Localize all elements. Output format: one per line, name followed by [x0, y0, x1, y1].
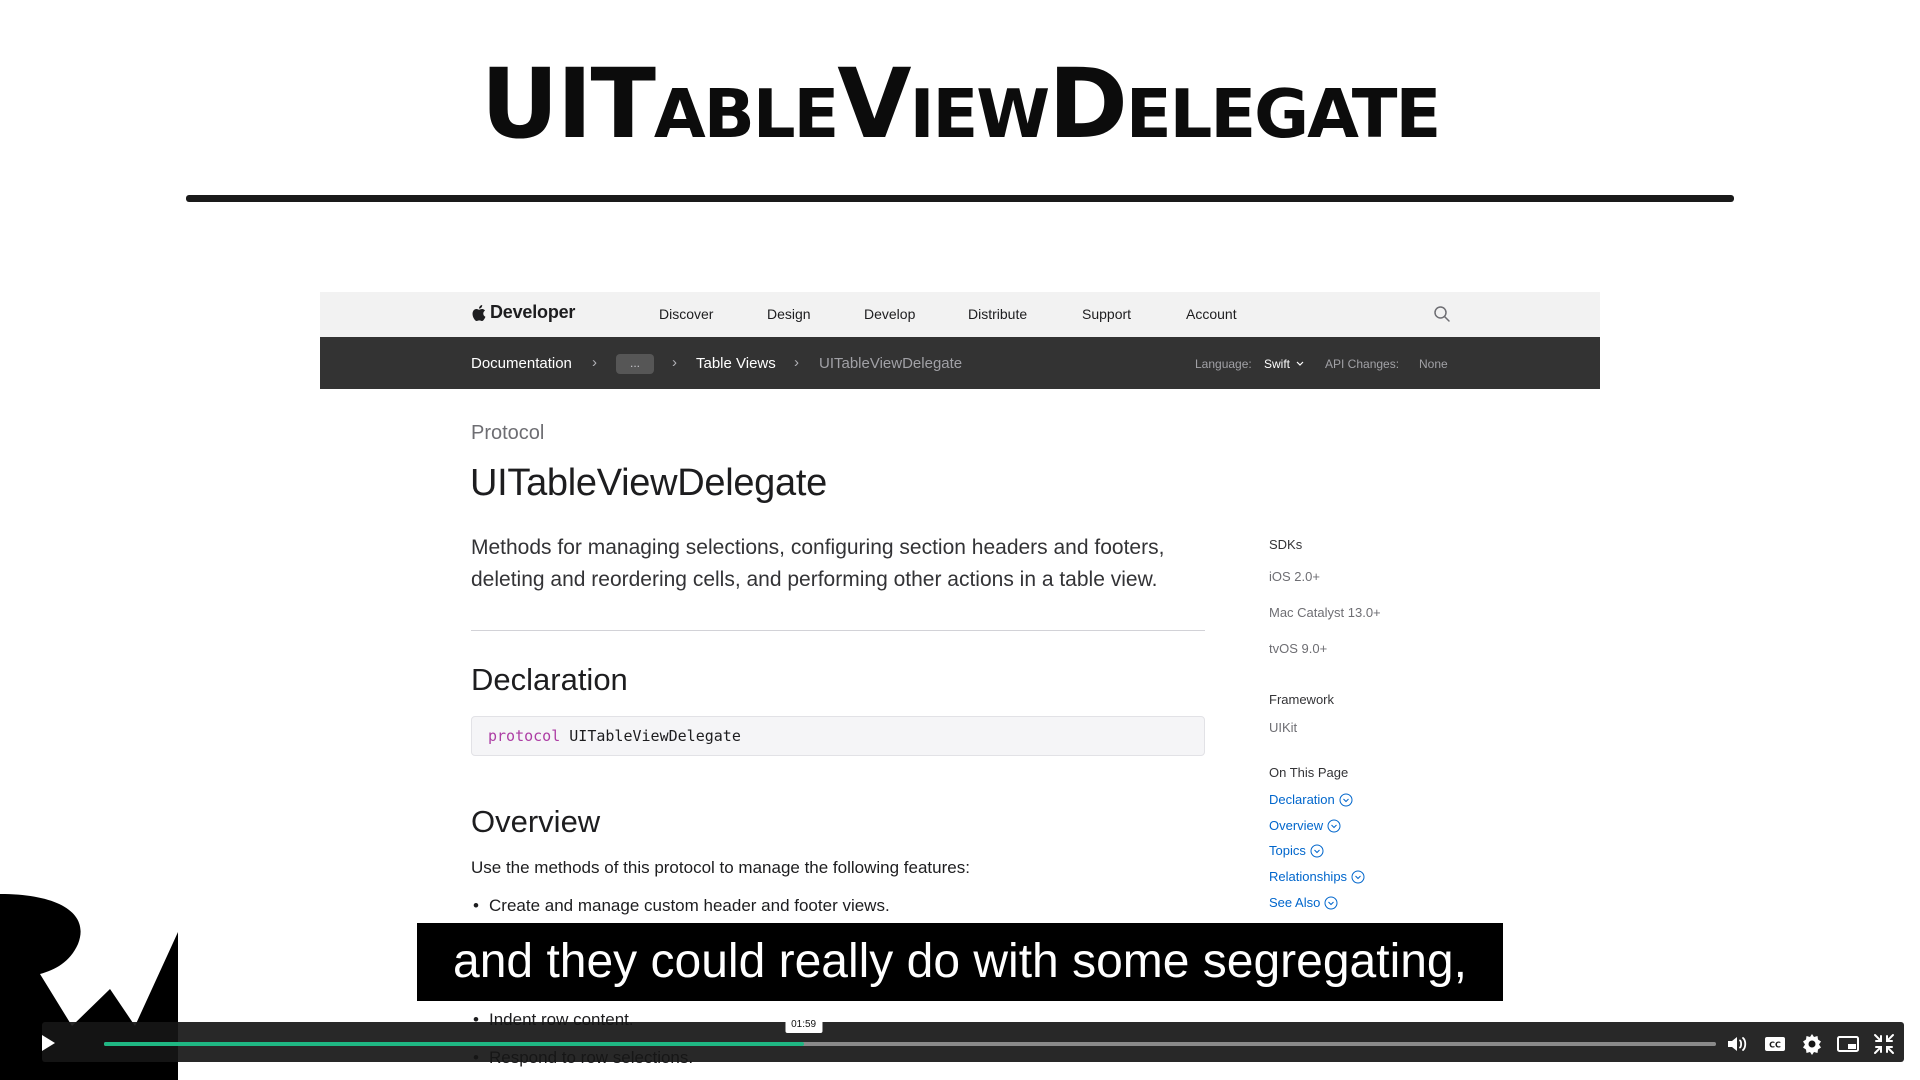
nav-item-design[interactable]: Design: [767, 306, 811, 322]
on-page-link-declaration[interactable]: Declaration: [1269, 792, 1353, 807]
time-tooltip: 01:59: [785, 1017, 823, 1033]
sdk-ios: iOS 2.0+: [1269, 569, 1320, 584]
list-item: Create and manage custom header and foot…: [473, 896, 890, 916]
sdks-label: SDKs: [1269, 537, 1303, 552]
page-title: UITableViewDelegate: [470, 462, 827, 504]
slide-title: UITableViewDelegate: [480, 48, 1441, 160]
abstract: Methods for managing selections, configu…: [471, 532, 1211, 596]
picture-in-picture-icon[interactable]: [1836, 1032, 1860, 1056]
breadcrumb-separator-icon: ›: [672, 354, 677, 371]
developer-brand-label: Developer: [490, 302, 576, 322]
symbol-kind-eyebrow: Protocol: [471, 422, 545, 444]
abstract-line: deleting and reordering cells, and perfo…: [471, 568, 1158, 591]
exit-fullscreen-icon[interactable]: [1872, 1032, 1896, 1056]
chevron-circle-icon: [1327, 819, 1341, 832]
play-icon[interactable]: [38, 1033, 58, 1053]
overview-heading: Overview: [471, 804, 601, 839]
chevron-circle-icon: [1324, 896, 1338, 909]
on-page-link-see-also[interactable]: See Also: [1269, 895, 1338, 910]
breadcrumb-table-views[interactable]: Table Views: [696, 355, 776, 372]
on-this-page-label: On This Page: [1269, 765, 1349, 780]
breadcrumb-separator-icon: ›: [592, 354, 597, 371]
chevron-down-icon[interactable]: [1296, 361, 1304, 367]
link-label: Overview: [1269, 818, 1324, 833]
on-page-link-overview[interactable]: Overview: [1269, 818, 1341, 833]
code-keyword: protocol: [488, 727, 561, 745]
search-icon[interactable]: [1433, 305, 1451, 323]
breadcrumb-ellipsis[interactable]: ...: [616, 354, 654, 374]
breadcrumb-current: UITableViewDelegate: [819, 355, 963, 372]
chevron-circle-icon: [1351, 870, 1365, 883]
apple-logo-icon: [472, 304, 486, 321]
framework-value[interactable]: UIKit: [1269, 720, 1297, 735]
abstract-line: Methods for managing selections, configu…: [471, 536, 1165, 559]
link-label: Topics: [1269, 843, 1306, 858]
link-label: Relationships: [1269, 869, 1348, 884]
on-page-link-relationships[interactable]: Relationships: [1269, 869, 1365, 884]
slide-title-underline: [186, 195, 1734, 202]
global-nav: Developer Discover Design Develop Distri…: [320, 292, 1600, 337]
nav-item-distribute[interactable]: Distribute: [968, 306, 1027, 322]
sdk-tvos: tvOS 9.0+: [1269, 641, 1328, 656]
nav-item-develop[interactable]: Develop: [864, 306, 915, 322]
nav-item-discover[interactable]: Discover: [659, 306, 713, 322]
settings-gear-icon[interactable]: [1800, 1032, 1824, 1056]
declaration-heading: Declaration: [471, 662, 628, 697]
language-select[interactable]: Swift: [1264, 357, 1290, 371]
nav-item-account[interactable]: Account: [1186, 306, 1237, 322]
on-page-link-topics[interactable]: Topics: [1269, 843, 1324, 858]
api-changes-value[interactable]: None: [1419, 357, 1448, 371]
breadcrumb-documentation[interactable]: Documentation: [471, 355, 572, 372]
link-label: Declaration: [1269, 792, 1335, 807]
volume-icon[interactable]: [1725, 1032, 1749, 1056]
chevron-circle-icon: [1339, 793, 1353, 806]
language-label: Language:: [1195, 357, 1252, 371]
sdk-mac-catalyst: Mac Catalyst 13.0+: [1269, 605, 1381, 620]
chevron-circle-icon: [1310, 844, 1324, 857]
progress-fill: [104, 1042, 804, 1046]
local-nav: Documentation › ... › Table Views › UITa…: [320, 337, 1600, 389]
nav-item-support[interactable]: Support: [1082, 306, 1131, 322]
breadcrumb-separator-icon: ›: [794, 354, 799, 371]
closed-captions-icon[interactable]: CC: [1763, 1032, 1787, 1056]
code-type: UITableViewDelegate: [569, 727, 741, 745]
subtitle-caption: and they could really do with some segre…: [417, 923, 1503, 1001]
section-divider: [471, 630, 1205, 631]
link-label: See Also: [1269, 895, 1321, 910]
declaration-code: protocol UITableViewDelegate: [471, 716, 1205, 756]
api-changes-label: API Changes:: [1325, 357, 1400, 371]
developer-brand[interactable]: Developer: [471, 302, 575, 323]
overview-text: Use the methods of this protocol to mana…: [471, 858, 970, 877]
svg-text:CC: CC: [1769, 1041, 1781, 1050]
framework-label: Framework: [1269, 692, 1335, 707]
